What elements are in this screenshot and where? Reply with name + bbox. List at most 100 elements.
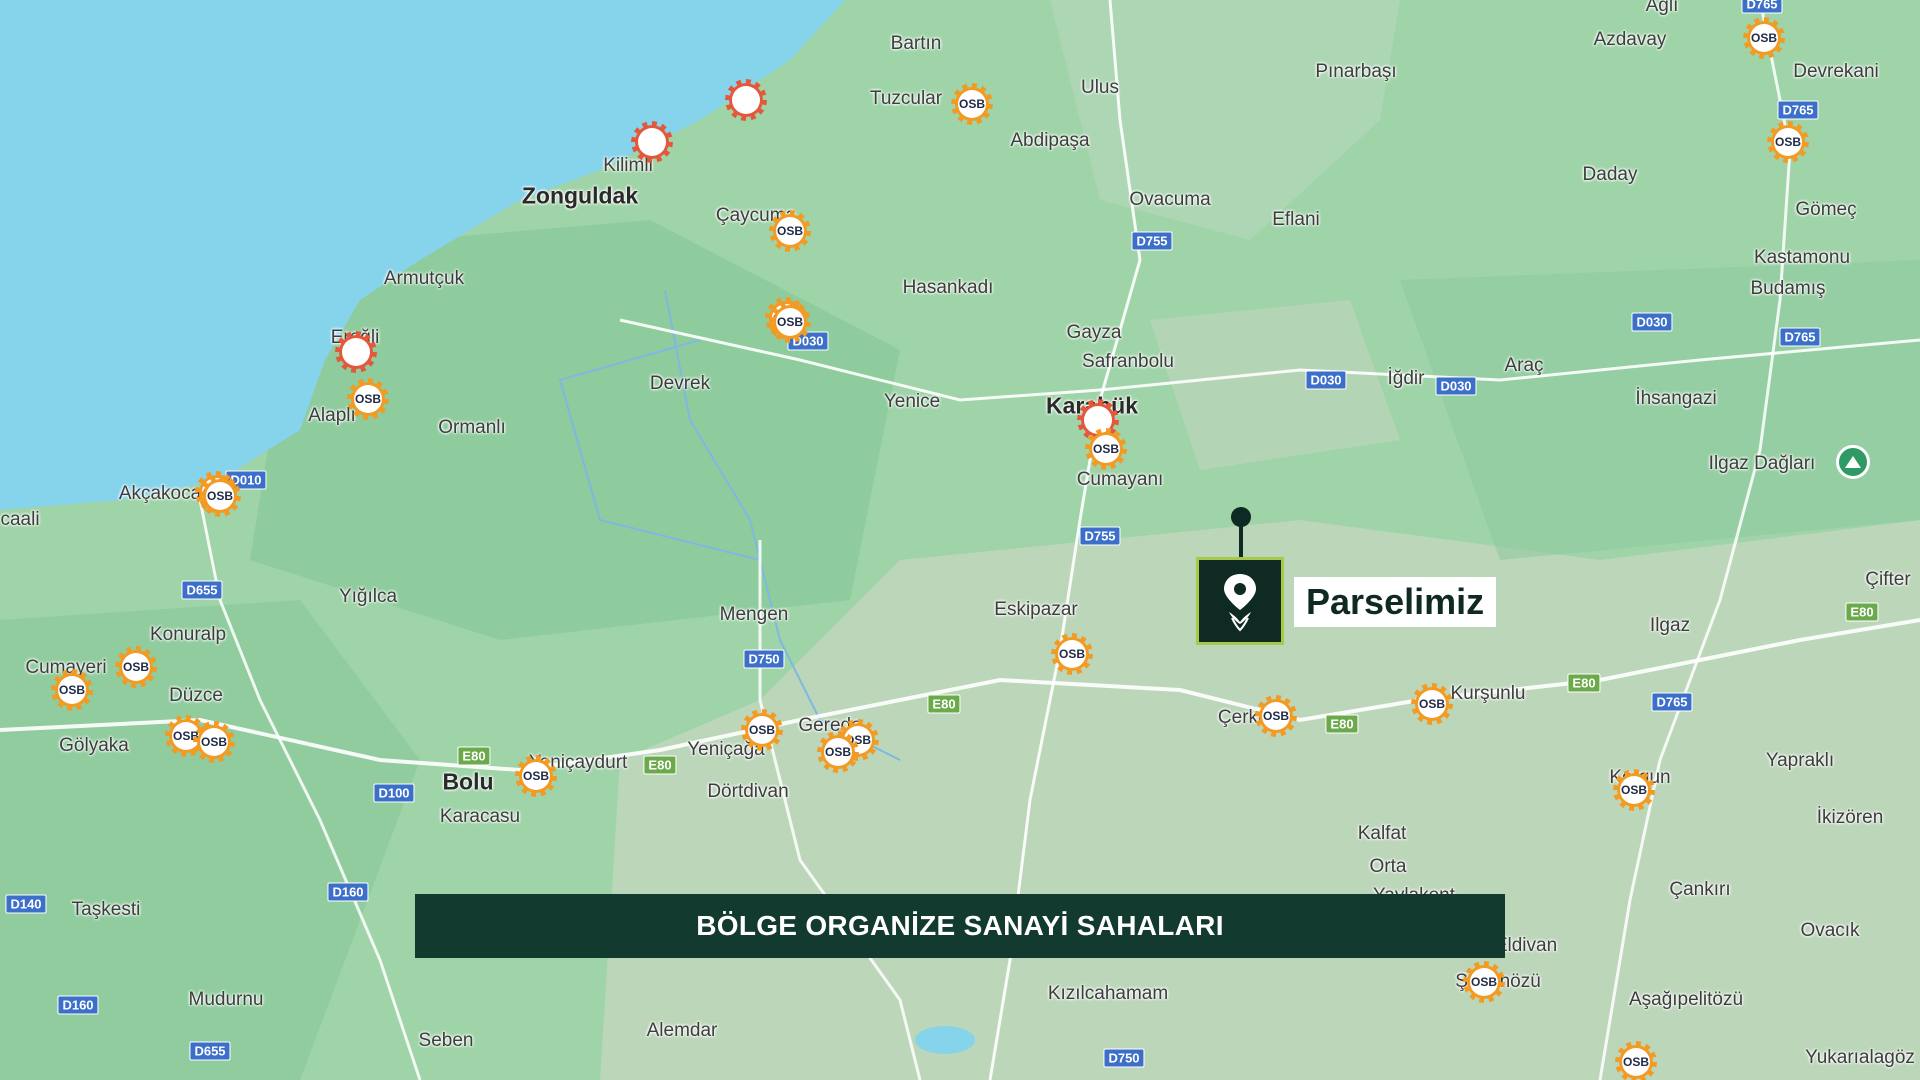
place-label-bartin: Bartın — [890, 33, 942, 54]
place-label-daday: Daday — [1582, 164, 1638, 185]
osb-label: OSB — [1058, 647, 1085, 661]
road-shield-e80d: E80 — [1325, 714, 1359, 734]
osb-label: OSB — [206, 489, 233, 503]
osb-gear-icon[interactable] — [334, 330, 378, 374]
osb-label: OSB — [1470, 975, 1497, 989]
place-label-kalfat: Kalfat — [1357, 823, 1407, 844]
osb-label: OSB — [1418, 697, 1445, 711]
osb-gear-icon[interactable]: OSB — [1612, 768, 1656, 812]
osb-gear-icon[interactable]: OSB — [1766, 120, 1810, 164]
place-label-konuralp: Konuralp — [149, 624, 227, 645]
place-label-gomec: Gömeç — [1795, 199, 1857, 220]
road-shield-d655a: D655 — [181, 580, 223, 600]
road-shield-d030c: D030 — [1305, 370, 1347, 390]
place-label-pinarbasi: Pınarbaşı — [1315, 61, 1397, 82]
place-label-tuzcular: Tuzcular — [869, 88, 943, 109]
road-shield-d750b: D750 — [1103, 1048, 1145, 1068]
place-label-devrek: Devrek — [649, 373, 711, 394]
place-label-ilgaz: Ilgaz — [1649, 615, 1691, 636]
osb-label: OSB — [522, 769, 549, 783]
osb-gear-icon[interactable]: OSB — [1084, 427, 1128, 471]
location-leaf-icon — [1224, 574, 1256, 632]
location-pin-marker[interactable] — [1196, 557, 1284, 645]
road-shield-d100: D100 — [373, 783, 415, 803]
osb-gear-icon[interactable]: OSB — [1462, 960, 1506, 1004]
place-label-duzce: Düzce — [169, 685, 223, 706]
place-label-budamis: Budamış — [1750, 278, 1826, 299]
road-shield-e80c: E80 — [643, 755, 677, 775]
osb-gear-icon[interactable]: OSB — [514, 754, 558, 798]
osb-gear-icon[interactable]: OSB — [1742, 16, 1786, 60]
road-shield-d160b: D160 — [57, 995, 99, 1015]
place-label-armutcuk: Armutçuk — [383, 268, 465, 289]
place-label-cankiri: Çankırı — [1669, 879, 1731, 900]
road-shield-d755a: D755 — [1131, 231, 1173, 251]
place-label-ovacik: Ovacık — [1800, 920, 1860, 941]
osb-label: OSB — [1262, 709, 1289, 723]
osb-gear-icon[interactable]: OSB — [114, 645, 158, 689]
osb-label: OSB — [958, 97, 985, 111]
osb-label: OSB — [776, 315, 803, 329]
road-shield-e80b: E80 — [457, 746, 491, 766]
place-label-dortdivan: Dörtdivan — [707, 781, 789, 802]
place-label-karacasu: Karacasu — [439, 806, 521, 827]
road-shield-d160a: D160 — [327, 882, 369, 902]
place-label-igdir: İğdir — [1387, 368, 1425, 389]
osb-gear-icon[interactable]: OSB — [1410, 682, 1454, 726]
osb-gear-icon[interactable] — [724, 78, 768, 122]
osb-label: OSB — [824, 745, 851, 759]
osb-gear-icon[interactable]: OSB — [50, 668, 94, 712]
road-shield-d755b: D755 — [1079, 526, 1121, 546]
place-label-eskipazar: Eskipazar — [994, 599, 1078, 620]
place-label-mengen: Mengen — [719, 604, 789, 625]
osb-label: OSB — [200, 735, 227, 749]
place-label-ormanli: Ormanlı — [438, 417, 506, 438]
place-label-yigilca: Yığılca — [338, 586, 398, 607]
road-shield-d765a: D765 — [1741, 0, 1783, 14]
osb-gear-icon[interactable]: OSB — [950, 82, 994, 126]
road-shield-d655b: D655 — [189, 1041, 231, 1061]
place-label-asagipelitozu: Aşağıpelitözü — [1628, 989, 1744, 1010]
osb-gear-icon[interactable]: OSB — [768, 300, 812, 344]
place-label-yukarialagoz: Yukarıalagöz — [1805, 1047, 1915, 1068]
place-label-kizilcahamam: Kızılcahamam — [1047, 983, 1169, 1004]
place-label-zonguldak: Zonguldak — [521, 182, 639, 209]
place-label-abdipasa: Abdipaşa — [1010, 130, 1090, 151]
place-label-alemdar: Alemdar — [646, 1020, 718, 1041]
osb-label: OSB — [354, 392, 381, 406]
place-label-hasankadi: Hasankadı — [902, 277, 994, 298]
place-label-taskesti: Taşkesti — [71, 899, 141, 920]
osb-gear-icon[interactable]: OSB — [816, 730, 860, 774]
osb-label: OSB — [1092, 442, 1119, 456]
place-label-ulus: Ulus — [1080, 77, 1120, 98]
road-shield-d030b: D030 — [1631, 312, 1673, 332]
place-label-seben: Seben — [418, 1030, 474, 1051]
place-label-cumayani: Cumayanı — [1076, 469, 1164, 490]
place-label-mudurnu: Mudurnu — [188, 989, 264, 1010]
road-shield-e80e: E80 — [1567, 673, 1601, 693]
place-label-kursunlu: Kurşunlu — [1450, 683, 1526, 704]
map[interactable]: Bartın Ağlı Azdavay Devrekani Tuzcular Ulus Pı… — [0, 0, 1920, 1080]
place-label-devrekani: Devrekani — [1793, 61, 1879, 82]
road-shield-d765c: D765 — [1779, 327, 1821, 347]
place-label-safranbolu: Safranbolu — [1082, 351, 1174, 372]
osb-gear-icon[interactable]: OSB — [1254, 694, 1298, 738]
osb-gear-icon[interactable]: OSB — [346, 377, 390, 421]
place-label-ikizoren: İkizören — [1816, 807, 1884, 828]
road-shield-e80a: E80 — [927, 694, 961, 714]
osb-gear-icon[interactable] — [630, 120, 674, 164]
osb-gear-icon[interactable]: OSB — [740, 708, 784, 752]
place-label-kastamonu: Kastamonu — [1753, 247, 1851, 268]
pin-label: Parselimiz — [1294, 577, 1497, 627]
osb-label: OSB — [1620, 783, 1647, 797]
osb-gear-icon[interactable]: OSB — [768, 209, 812, 253]
road-shield-d750a: D750 — [743, 649, 785, 669]
osb-gear-icon[interactable]: OSB — [1050, 632, 1094, 676]
place-label-ovacuma: Ovacuma — [1129, 189, 1211, 210]
place-label-akcakoca: Akçakoca — [118, 483, 202, 504]
osb-gear-icon[interactable]: OSB — [1614, 1040, 1658, 1080]
road-shield-d140: D140 — [5, 894, 47, 914]
banner-title: BÖLGE ORGANİZE SANAYİ SAHALARI — [415, 894, 1505, 958]
osb-gear-icon[interactable]: OSB — [198, 474, 242, 518]
osb-gear-icon[interactable]: OSB — [192, 720, 236, 764]
